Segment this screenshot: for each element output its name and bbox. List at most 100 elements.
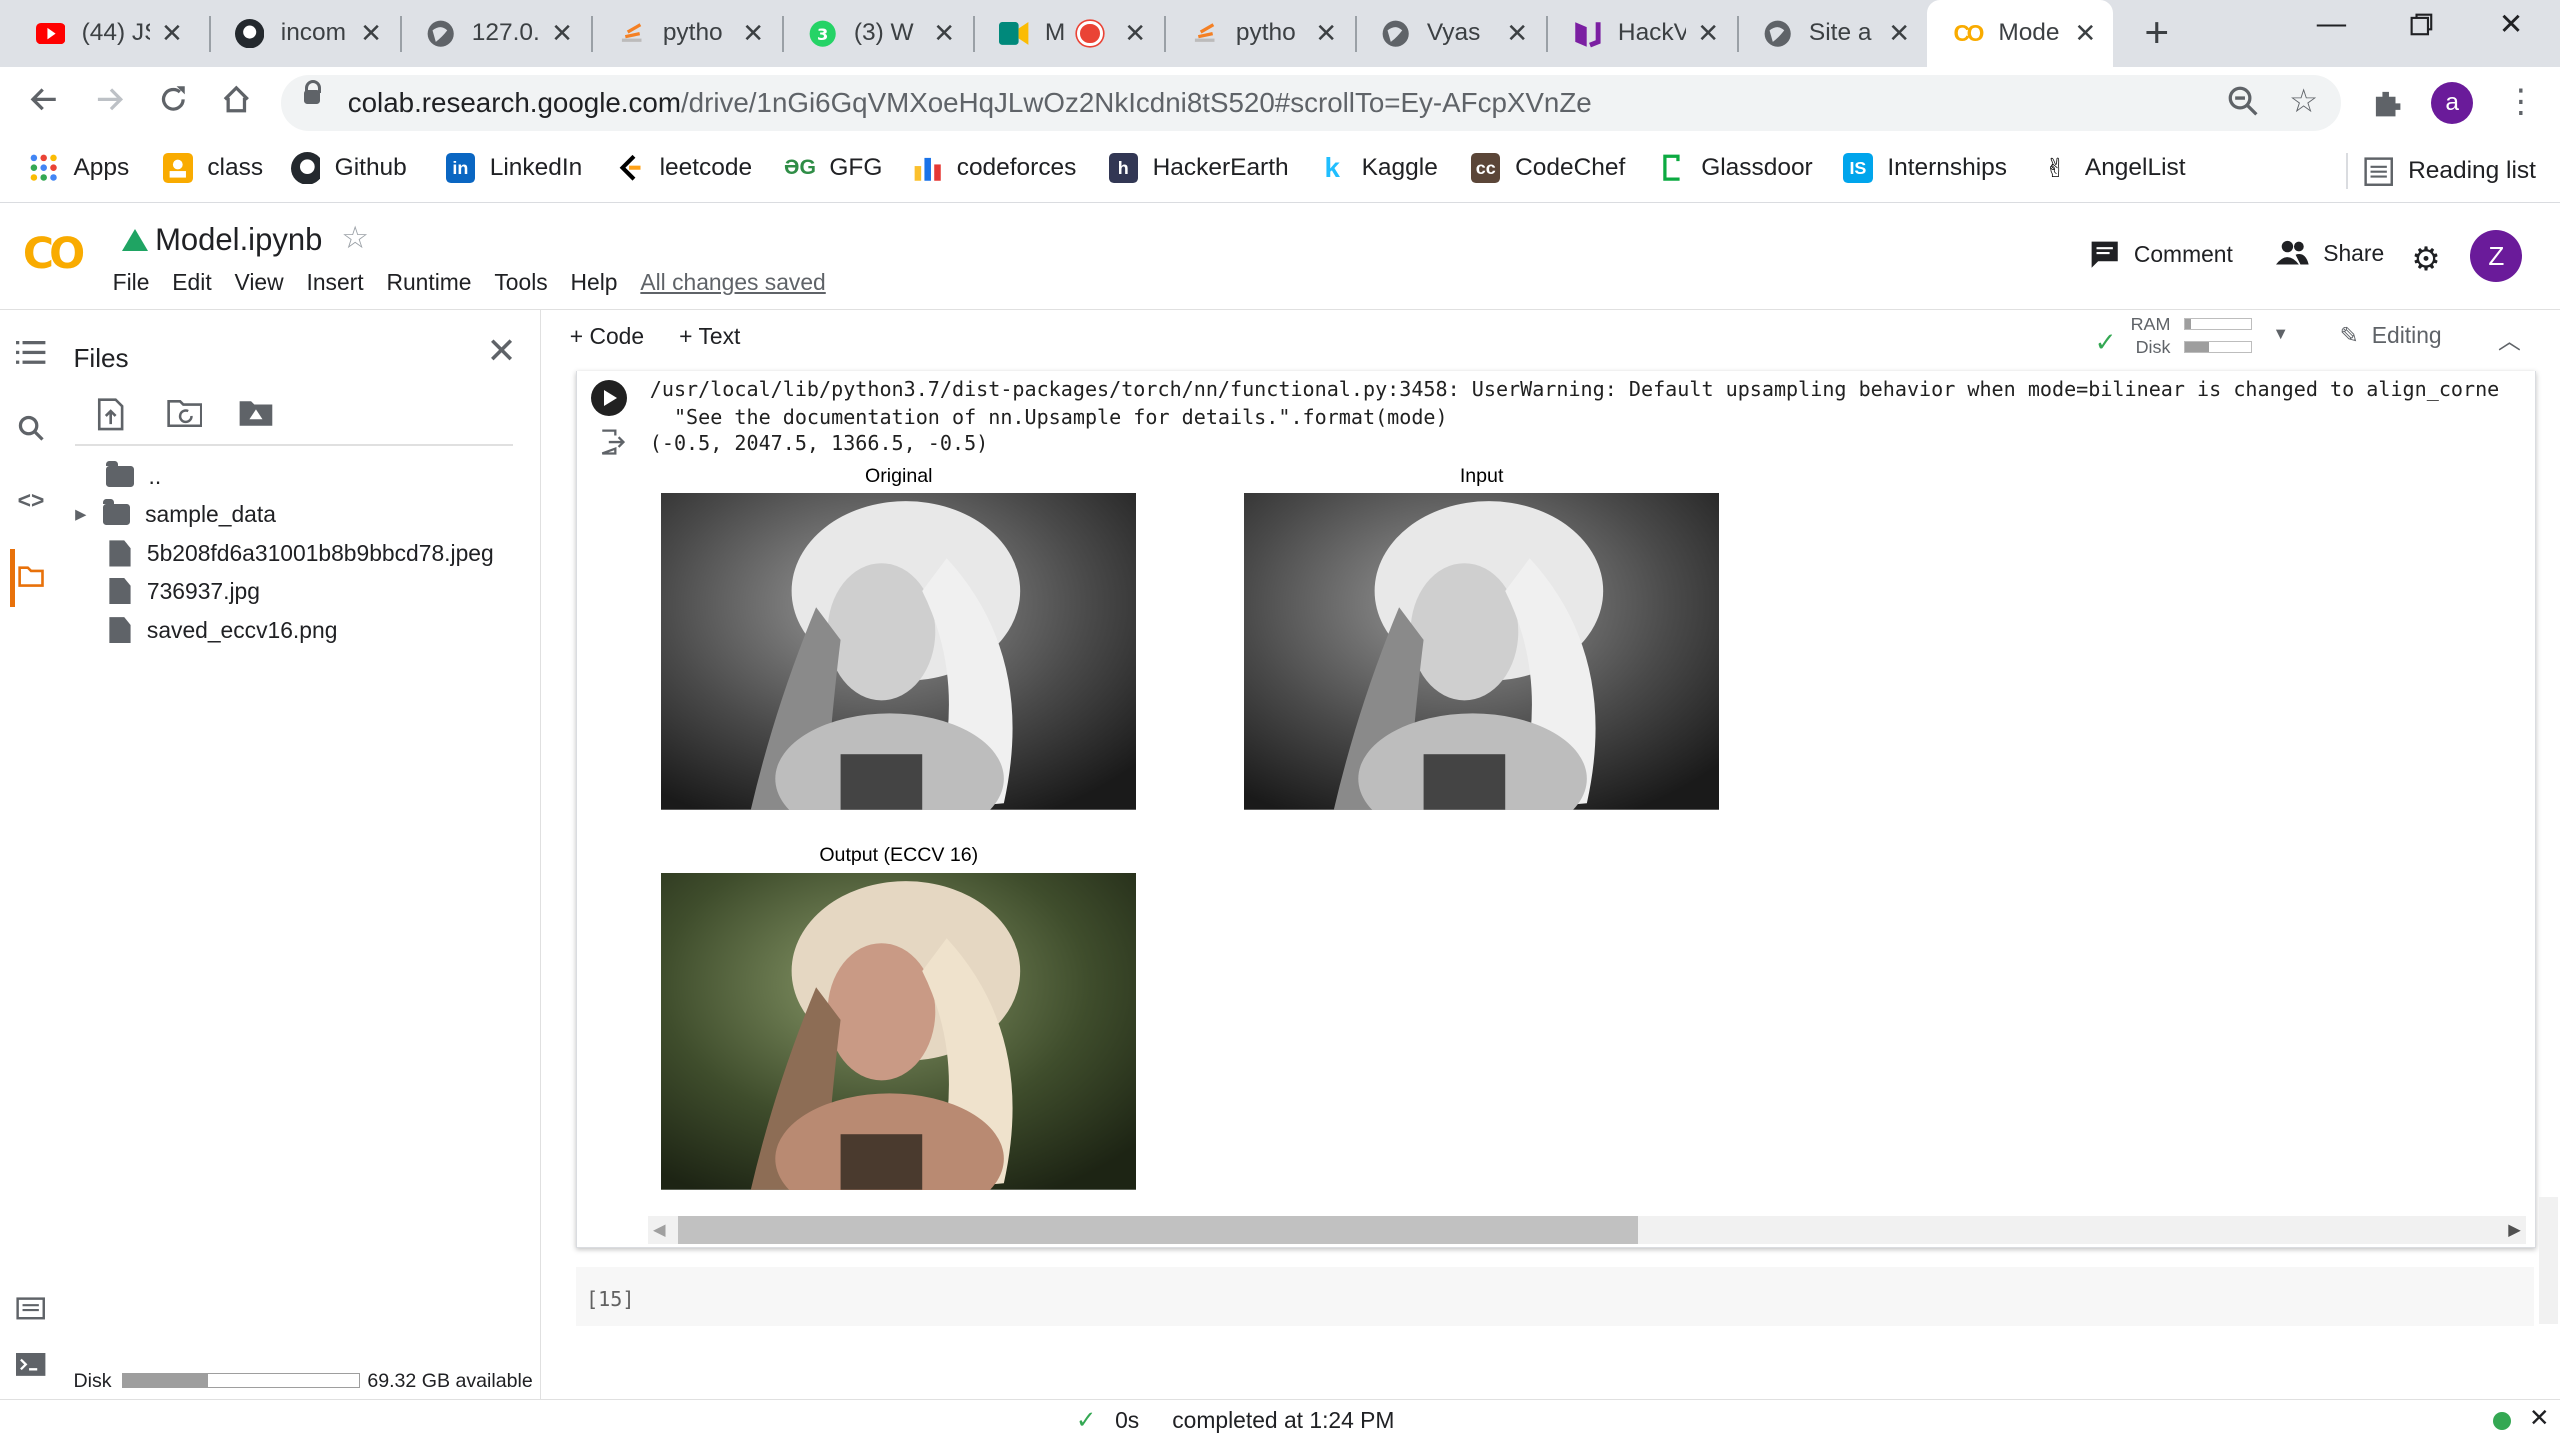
terminal-icon[interactable] [13, 1352, 49, 1388]
bookmark-class[interactable]: class [163, 153, 263, 183]
close-icon[interactable]: ✕ [1124, 18, 1146, 49]
scrollbar-thumb[interactable] [677, 1216, 1638, 1245]
folder-icon[interactable] [13, 563, 49, 599]
reading-list-button[interactable]: Reading list [2346, 153, 2536, 190]
file-tree-item[interactable]: 736937.jpg [106, 573, 260, 609]
settings-gear-icon[interactable]: ⚙ [2411, 240, 2440, 278]
search-icon[interactable] [13, 415, 49, 451]
chevron-up-icon[interactable]: ︿ [2498, 322, 2521, 356]
browser-tab-active[interactable]: CO Mode ✕ [1926, 0, 2113, 67]
close-icon[interactable]: ✕ [487, 330, 517, 372]
vertical-scrollbar[interactable] [2538, 1196, 2559, 1325]
add-code-cell-button[interactable]: + Code [570, 323, 644, 350]
colab-logo[interactable]: CO [23, 230, 85, 279]
next-code-cell[interactable]: [15] [576, 1266, 2534, 1326]
horizontal-scrollbar[interactable]: ◀ ▶ [648, 1216, 2526, 1245]
reload-button[interactable] [149, 80, 198, 129]
mount-drive-icon[interactable] [238, 398, 273, 431]
refresh-folder-icon[interactable] [166, 398, 203, 431]
scroll-right-icon[interactable]: ▶ [2508, 1220, 2521, 1240]
bookmark-angellist[interactable]: ✌ AngelList [2041, 153, 2186, 183]
close-icon[interactable]: ✕ [2529, 1403, 2550, 1433]
bookmark-apps[interactable]: Apps [29, 153, 129, 182]
run-cell-button[interactable] [591, 380, 627, 417]
address-bar[interactable]: colab.research.google.com/drive/1nGi6GqV… [280, 75, 2342, 131]
bookmark-internships[interactable]: IS Internships [1843, 153, 2007, 183]
back-button[interactable] [20, 80, 69, 129]
close-icon[interactable]: ✕ [933, 18, 955, 49]
file-tree-item[interactable]: saved_eccv16.png [106, 612, 337, 648]
bookmark-codeforces[interactable]: codeforces [913, 153, 1077, 182]
editing-mode-button[interactable]: ✎ Editing [2340, 322, 2442, 349]
menu-tools[interactable]: Tools [494, 269, 547, 296]
bookmark-linkedin[interactable]: in LinkedIn [445, 153, 582, 183]
bookmark-star-icon[interactable]: ☆ [2289, 82, 2318, 120]
file-tree-item[interactable]: ▶ sample_data [75, 496, 276, 532]
expand-arrow-icon[interactable]: ▶ [75, 506, 86, 523]
notebook-name[interactable]: Model.ipynb [155, 222, 322, 258]
bookmark-leetcode[interactable]: leetcode [616, 153, 752, 182]
bookmark-hackerearth[interactable]: h HackerEarth [1108, 153, 1289, 183]
close-icon[interactable]: ✕ [1888, 18, 1910, 49]
add-text-cell-button[interactable]: + Text [679, 323, 740, 350]
share-button[interactable]: Share [2275, 240, 2384, 267]
close-icon[interactable]: ✕ [1315, 18, 1337, 49]
resources-indicator[interactable]: RAM Disk [2131, 313, 2171, 359]
menu-runtime[interactable]: Runtime [386, 269, 471, 296]
close-icon[interactable]: ✕ [2074, 18, 2096, 49]
browser-tab[interactable]: Vyas ✕ [1355, 0, 1544, 67]
close-icon[interactable]: ✕ [1506, 18, 1528, 49]
bookmark-gfg[interactable]: ƏG GFG [784, 153, 882, 182]
output-actions-icon[interactable] [599, 429, 626, 461]
star-icon[interactable]: ☆ [341, 220, 369, 256]
home-button[interactable] [212, 80, 261, 129]
browser-tab[interactable]: M ✕ [973, 0, 1162, 67]
chrome-menu-icon[interactable]: ⋮ [2504, 82, 2537, 120]
browser-tab[interactable]: 3 (3) W ✕ [782, 0, 971, 67]
browser-tab[interactable]: (44) JS ✕ [10, 0, 199, 67]
close-icon[interactable]: ✕ [742, 18, 764, 49]
maximize-button[interactable] [2389, 10, 2454, 44]
file-name: 736937.jpg [146, 577, 260, 604]
scroll-left-icon[interactable]: ◀ [653, 1220, 666, 1240]
browser-tab[interactable]: pytho ✕ [591, 0, 780, 67]
close-window-button[interactable]: ✕ [2478, 7, 2543, 42]
browser-tab[interactable]: 127.0. ✕ [400, 0, 589, 67]
command-palette-icon[interactable] [13, 1296, 49, 1332]
browser-tab[interactable]: pytho ✕ [1164, 0, 1353, 67]
comment-button[interactable]: Comment [2090, 240, 2233, 269]
code-snippets-icon[interactable]: <> [13, 487, 49, 523]
browser-tab[interactable]: Site a ✕ [1737, 0, 1926, 67]
browser-tab[interactable]: HackV ✕ [1546, 0, 1735, 67]
close-icon[interactable]: ✕ [161, 18, 183, 49]
chevron-down-icon[interactable]: ▼ [2273, 325, 2289, 344]
table-of-contents-icon[interactable] [13, 340, 49, 376]
menu-view[interactable]: View [235, 269, 284, 296]
close-icon[interactable]: ✕ [1697, 18, 1719, 49]
save-status-link[interactable]: All changes saved [640, 269, 825, 296]
parent-directory[interactable]: .. [106, 459, 161, 495]
menu-file[interactable]: File [113, 269, 150, 296]
close-icon[interactable]: ✕ [551, 18, 573, 49]
bookmark-kaggle[interactable]: k Kaggle [1318, 152, 1438, 183]
extensions-icon[interactable] [2371, 87, 2404, 127]
menu-insert[interactable]: Insert [306, 269, 363, 296]
file-tree-item[interactable]: 5b208fd6a31001b8b9bbcd78.jpeg [106, 536, 494, 572]
recording-icon [1077, 20, 1104, 47]
connected-check-icon: ✓ [2094, 326, 2117, 357]
forward-button[interactable] [85, 80, 134, 129]
minimize-button[interactable]: — [2299, 7, 2364, 41]
bookmark-label: codeforces [956, 154, 1077, 182]
upload-file-icon[interactable] [96, 398, 129, 431]
bookmark-glassdoor[interactable]: Glassdoor [1657, 153, 1813, 182]
new-tab-button[interactable]: + [2132, 9, 2181, 59]
zoom-icon[interactable] [2227, 85, 2260, 125]
arrow-right-icon [97, 88, 124, 111]
browser-tab[interactable]: incom ✕ [209, 0, 398, 67]
bookmark-codechef[interactable]: cc CodeChef [1471, 153, 1625, 183]
menu-edit[interactable]: Edit [172, 269, 211, 296]
close-icon[interactable]: ✕ [360, 18, 382, 49]
tab-title: (44) JS [81, 19, 151, 47]
bookmark-github[interactable]: Github [290, 151, 407, 185]
menu-help[interactable]: Help [571, 269, 618, 296]
